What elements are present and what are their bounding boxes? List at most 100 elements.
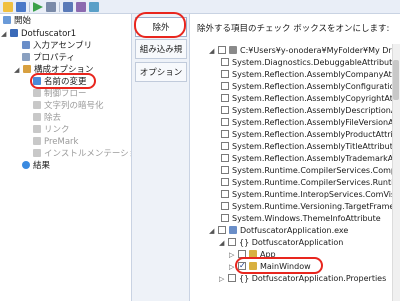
save-icon[interactable] bbox=[16, 2, 26, 12]
checkbox[interactable] bbox=[221, 130, 229, 138]
checkbox[interactable] bbox=[221, 142, 229, 150]
checkbox[interactable] bbox=[221, 106, 229, 114]
collapse-icon[interactable]: ◢ bbox=[209, 46, 216, 57]
tree-row-class-mainwindow[interactable]: ▷ MainWindow bbox=[229, 260, 311, 273]
checkbox[interactable] bbox=[228, 238, 236, 246]
checkbox[interactable] bbox=[218, 226, 226, 234]
tree-item-properties[interactable]: プロパティ bbox=[22, 53, 75, 64]
tree-row-attribute[interactable]: System.Reflection.AssemblyProductAttribu… bbox=[221, 129, 400, 140]
exe-icon bbox=[229, 226, 237, 234]
row-label: System.Reflection.AssemblyCopyrightAttri bbox=[232, 94, 400, 103]
tree-row-namespace[interactable]: ▷ {} DotfuscatorApplication.Properties bbox=[219, 273, 386, 284]
tree-label: 文字列の暗号化 bbox=[44, 101, 104, 111]
project-tree: 開始 ◢ Dotfuscator1 入力アセンブリ プロパティ ◢ 構成オプション … bbox=[0, 14, 132, 301]
tree-row-attribute[interactable]: System.Diagnostics.DebuggableAttribute bbox=[221, 57, 397, 68]
tree-row-attribute[interactable]: System.Reflection.AssemblyFileVersionAtt… bbox=[221, 117, 400, 128]
row-label: System.Reflection.AssemblyConfigurationA bbox=[232, 82, 400, 91]
tree-item-start[interactable]: 開始 bbox=[3, 16, 31, 27]
tree-row-class-app[interactable]: ▷ App bbox=[229, 249, 276, 260]
checkbox[interactable] bbox=[221, 58, 229, 66]
tree-item-config-options[interactable]: ◢ 構成オプション bbox=[14, 65, 94, 76]
tab-builtin-rules[interactable]: 組み込み規則 bbox=[135, 39, 187, 75]
tree-row-attribute[interactable]: System.Reflection.AssemblyTrademarkAttri bbox=[221, 153, 400, 164]
folder-icon bbox=[229, 46, 237, 54]
instruction-text: 除外する項目のチェック ボックスをオンにします: bbox=[197, 24, 390, 34]
tree-row-attribute[interactable]: System.Reflection.AssemblyDescriptionAtt bbox=[221, 105, 400, 116]
tree-row-attribute[interactable]: System.Runtime.CompilerServices.Runtim bbox=[221, 177, 400, 188]
tree-row-attribute[interactable]: System.Reflection.AssemblyCompanyAttrib bbox=[221, 69, 400, 80]
collapse-icon[interactable]: ◢ bbox=[1, 29, 8, 40]
collapse-icon[interactable]: ◢ bbox=[209, 226, 216, 237]
control-flow-icon bbox=[33, 89, 41, 97]
checkbox[interactable] bbox=[228, 274, 236, 282]
tree-row-attribute[interactable]: System.Runtime.Versioning.TargetFramew bbox=[221, 201, 400, 212]
tree-item-premark[interactable]: PreMark bbox=[33, 137, 78, 148]
checkbox[interactable] bbox=[221, 154, 229, 162]
row-label: System.Reflection.AssemblyCompanyAttrib bbox=[232, 70, 400, 79]
tree-label: 制御フロー bbox=[44, 89, 87, 99]
checkbox[interactable] bbox=[221, 214, 229, 222]
tree-item-results[interactable]: 結果 bbox=[22, 161, 50, 172]
tree-row-root[interactable]: ◢ C:¥Users¥y-onodera¥MyFolder¥My Dropbo bbox=[209, 45, 400, 56]
help-icon[interactable] bbox=[89, 2, 99, 12]
tree-label: 入力アセンブリ bbox=[33, 41, 93, 51]
checkbox[interactable] bbox=[238, 250, 246, 258]
checkbox[interactable] bbox=[221, 70, 229, 78]
row-label: System.Runtime.Versioning.TargetFramew bbox=[232, 202, 400, 211]
tree-item-control-flow[interactable]: 制御フロー bbox=[33, 89, 87, 100]
collapse-icon[interactable]: ◢ bbox=[14, 65, 21, 76]
tree-item-linking[interactable]: リンク bbox=[33, 125, 70, 136]
tab-exclude[interactable]: 除外 bbox=[135, 17, 187, 37]
tab-label: オプション bbox=[139, 68, 183, 78]
class-icon bbox=[249, 250, 257, 258]
expand-icon[interactable]: ▷ bbox=[229, 262, 236, 273]
tree-row-attribute[interactable]: System.Reflection.AssemblyTitleAttribute bbox=[221, 141, 398, 152]
premark-icon bbox=[33, 137, 41, 145]
tree-label: リンク bbox=[44, 125, 70, 135]
run-icon[interactable] bbox=[33, 2, 43, 12]
expand-icon[interactable]: ▷ bbox=[219, 274, 226, 285]
encryption-icon bbox=[33, 101, 41, 109]
tree-row-attribute[interactable]: System.Reflection.AssemblyCopyrightAttri bbox=[221, 93, 400, 104]
build-icon[interactable] bbox=[46, 2, 56, 12]
tree-row-attribute[interactable]: System.Runtime.InteropServices.ComVisib bbox=[221, 189, 400, 200]
tree-item-input-assemblies[interactable]: 入力アセンブリ bbox=[22, 41, 92, 52]
checkbox[interactable] bbox=[221, 166, 229, 174]
tree-label: 開始 bbox=[14, 16, 32, 26]
checkbox[interactable] bbox=[221, 94, 229, 102]
checkbox[interactable] bbox=[221, 190, 229, 198]
tree-item-removal[interactable]: 除去 bbox=[33, 113, 61, 124]
checkbox[interactable] bbox=[221, 178, 229, 186]
link-icon bbox=[33, 125, 41, 133]
tree-item-rename[interactable]: 名前の変更 bbox=[33, 77, 87, 88]
row-label: C:¥Users¥y-onodera¥MyFolder¥My Dropbo bbox=[240, 46, 400, 55]
tree-row-attribute[interactable]: System.Runtime.CompilerServices.Compila bbox=[221, 165, 400, 176]
tree-label: インストルメンテーション bbox=[44, 149, 131, 159]
checkbox[interactable] bbox=[218, 46, 226, 54]
checkbox[interactable] bbox=[221, 82, 229, 90]
report-icon[interactable] bbox=[76, 2, 86, 12]
tree-label: 構成オプション bbox=[34, 65, 94, 75]
row-label: System.Runtime.InteropServices.ComVisib bbox=[232, 190, 400, 199]
tab-options[interactable]: オプション bbox=[135, 62, 187, 82]
tree-row-namespace[interactable]: ◢ {} DotfuscatorApplication bbox=[219, 237, 343, 248]
checkbox[interactable] bbox=[221, 202, 229, 210]
row-label: System.Reflection.AssemblyProductAttribu… bbox=[232, 130, 400, 139]
list-icon[interactable] bbox=[63, 2, 73, 12]
checkbox[interactable] bbox=[221, 118, 229, 126]
tree-row-exe[interactable]: ◢ DotfuscatorApplication.exe bbox=[209, 225, 348, 236]
tree-row-attribute[interactable]: System.Reflection.AssemblyConfigurationA bbox=[221, 81, 400, 92]
tree-label: 結果 bbox=[33, 161, 51, 171]
row-label: App bbox=[260, 250, 276, 259]
tree-item-instrumentation[interactable]: インストルメンテーション bbox=[33, 149, 131, 160]
tree-item-string-encryption[interactable]: 文字列の暗号化 bbox=[33, 101, 104, 112]
tree-row-attribute[interactable]: System.Windows.ThemeInfoAttribute bbox=[221, 213, 381, 224]
collapse-icon[interactable]: ◢ bbox=[219, 238, 226, 249]
open-folder-icon[interactable] bbox=[3, 2, 13, 12]
tree-item-project[interactable]: ◢ Dotfuscator1 bbox=[1, 29, 76, 40]
scrollbar-thumb[interactable] bbox=[393, 60, 399, 100]
removal-icon bbox=[33, 113, 41, 121]
toolbar bbox=[0, 0, 400, 14]
checkbox-checked[interactable] bbox=[238, 260, 246, 271]
expand-icon[interactable]: ▷ bbox=[229, 250, 236, 261]
